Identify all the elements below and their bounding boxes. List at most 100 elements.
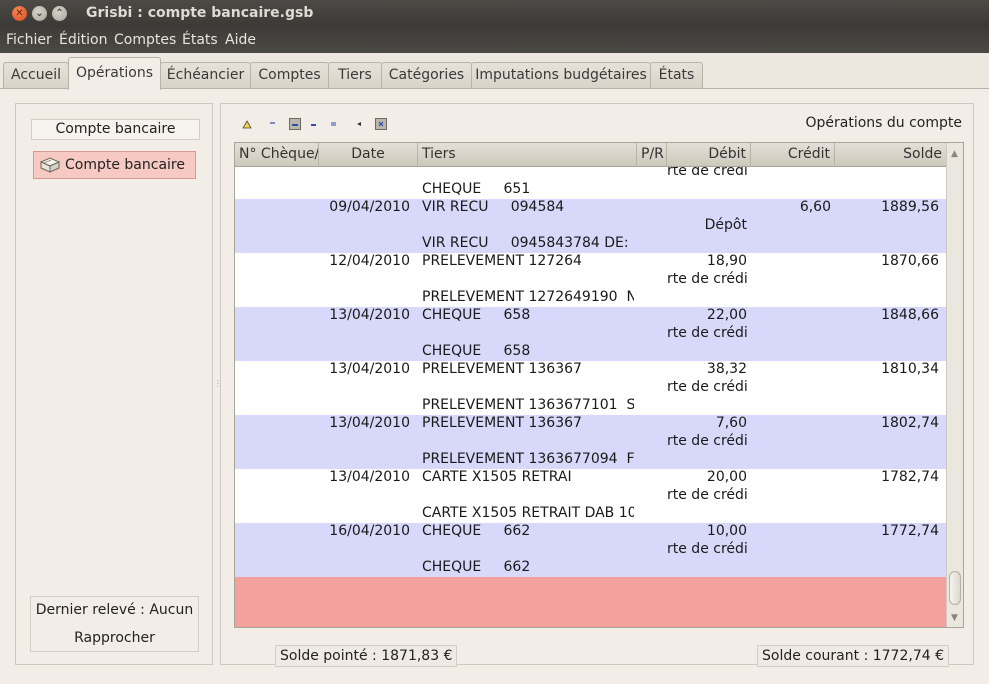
pane-grip[interactable]: ⋮	[214, 379, 222, 389]
cell-tiers: PRELEVEMENT 1363677094 FRA	[422, 451, 634, 467]
cell-pr	[637, 559, 667, 577]
account-button-compte-bancaire[interactable]: Compte bancaire	[33, 151, 196, 179]
cell-no	[239, 505, 319, 523]
tab-imputations-budgetaires[interactable]: Imputations budgétaires	[471, 62, 651, 89]
cell-pr	[637, 307, 667, 325]
table-row[interactable]: rte de crédit	[235, 167, 946, 181]
account-book-icon	[39, 157, 61, 173]
cell-credit	[751, 181, 831, 199]
table-row[interactable]	[235, 577, 946, 595]
column-header-debit[interactable]: Débit	[667, 143, 751, 167]
table-row[interactable]: 12/04/2010 PRELEVEMENT 127264 18,90 1870,66	[235, 253, 946, 271]
table-row[interactable]: 13/04/2010 PRELEVEMENT 136367 7,60 1802,74	[235, 415, 946, 433]
cell-credit	[751, 397, 831, 415]
tab-echeancier[interactable]: Échéancier	[160, 62, 251, 89]
table-row[interactable]: rte de crédit	[235, 487, 946, 505]
table-row[interactable]: 13/04/2010 PRELEVEMENT 136367 38,32 1810,34	[235, 361, 946, 379]
scroll-down-icon[interactable]: ▼	[951, 613, 958, 623]
table-row[interactable]: CHEQUE 662	[235, 559, 946, 577]
edit-transaction-icon[interactable]	[309, 118, 319, 130]
warning-icon[interactable]	[242, 118, 252, 130]
delete-transaction-icon[interactable]	[289, 118, 301, 130]
table-row[interactable]	[235, 613, 946, 627]
tab-operations[interactable]: Opérations	[68, 57, 161, 90]
table-row[interactable]: PRELEVEMENT 1363677094 FRA	[235, 451, 946, 469]
cell-solde	[835, 271, 939, 289]
column-header-cheque[interactable]: N° Chèque/Virement	[235, 143, 319, 167]
table-row[interactable]	[235, 595, 946, 613]
new-transaction-icon[interactable]	[268, 118, 278, 130]
cell-credit	[751, 469, 831, 487]
minimize-window-button[interactable]: ⌄	[32, 6, 47, 21]
cell-date: 13/04/2010	[329, 415, 410, 431]
table-row[interactable]: 13/04/2010 CARTE X1505 RETRAI 20,00 1782,74	[235, 469, 946, 487]
table-body: rte de crédit CHEQUE 651 09/04/2010 VIR REC…	[235, 167, 946, 627]
tab-etats[interactable]: États	[650, 62, 703, 89]
cell-date	[319, 235, 410, 253]
table-row[interactable]: PRELEVEMENT 1272649190 NRJ	[235, 289, 946, 307]
cell-solde	[835, 397, 939, 415]
cell-no	[239, 343, 319, 361]
cell-no	[239, 595, 319, 613]
scroll-thumb[interactable]	[949, 571, 961, 605]
close-window-button[interactable]: ✕	[12, 6, 27, 21]
cell-credit	[751, 541, 831, 559]
menu-comptes[interactable]: Comptes	[114, 32, 176, 48]
menu-aide[interactable]: Aide	[225, 32, 256, 48]
column-header-solde[interactable]: Solde	[835, 143, 946, 167]
table-row[interactable]: 13/04/2010 CHEQUE 658 22,00 1848,66	[235, 307, 946, 325]
column-header-tiers[interactable]: Tiers	[418, 143, 637, 167]
column-header-date[interactable]: Date	[319, 143, 418, 167]
scroll-up-icon[interactable]: ▲	[951, 149, 958, 159]
cell-pr	[637, 343, 667, 361]
menu-fichier[interactable]: Fichier	[6, 32, 52, 48]
table-row[interactable]: VIR RECU 0945843784 DE: MA/	[235, 235, 946, 253]
cell-debit	[667, 181, 747, 199]
cell-pr	[637, 613, 667, 627]
table-row[interactable]: rte de crédit	[235, 379, 946, 397]
cell-debit: rte de crédit	[667, 167, 747, 179]
menu-etats[interactable]: États	[182, 32, 218, 48]
cell-no	[239, 451, 319, 469]
cell-tiers: CARTE X1505 RETRAIT DAB 10/04	[422, 505, 634, 521]
table-row[interactable]: Dépôt	[235, 217, 946, 235]
cell-credit	[751, 289, 831, 307]
cell-date	[319, 379, 410, 397]
table-row[interactable]: rte de crédit	[235, 433, 946, 451]
table-row[interactable]: rte de crédit	[235, 541, 946, 559]
window-title: Grisbi : compte bancaire.gsb	[86, 5, 314, 21]
cell-credit	[751, 271, 831, 289]
menu-edition[interactable]: Édition	[59, 32, 107, 48]
cell-debit: 7,60	[715, 415, 747, 431]
tab-accueil[interactable]: Accueil	[3, 62, 69, 89]
cell-solde	[835, 289, 939, 307]
tab-categories[interactable]: Catégories	[381, 62, 472, 89]
cell-no	[239, 397, 319, 415]
table-row[interactable]: PRELEVEMENT 1363677101 SFR	[235, 397, 946, 415]
maximize-window-button[interactable]: ⌃	[52, 6, 67, 21]
column-header-credit[interactable]: Crédit	[751, 143, 835, 167]
table-row[interactable]: 16/04/2010 CHEQUE 662 10,00 1772,74	[235, 523, 946, 541]
table-row[interactable]: rte de crédit	[235, 271, 946, 289]
previous-icon[interactable]	[355, 118, 365, 130]
vertical-scrollbar[interactable]: ▲ ▼	[946, 143, 963, 627]
cell-credit	[751, 487, 831, 505]
reconcile-icon[interactable]	[329, 118, 339, 130]
cell-no	[239, 559, 319, 577]
table-row[interactable]: CHEQUE 651	[235, 181, 946, 199]
tab-tiers[interactable]: Tiers	[328, 62, 382, 89]
cell-pr	[637, 325, 667, 343]
table-row[interactable]: rte de crédit	[235, 325, 946, 343]
table-row[interactable]: CARTE X1505 RETRAIT DAB 10/04	[235, 505, 946, 523]
table-row[interactable]: 09/04/2010 VIR RECU 094584 6,60 1889,56	[235, 199, 946, 217]
transactions-table: N° Chèque/Virement Date Tiers P/R Débit …	[234, 142, 964, 628]
column-header-pr[interactable]: P/R	[637, 143, 667, 167]
tab-comptes[interactable]: Comptes	[250, 62, 329, 89]
cell-pr	[637, 595, 667, 613]
cell-tiers: CHEQUE 658	[422, 307, 531, 323]
reconcile-button[interactable]: Rapprocher	[31, 625, 198, 653]
table-row[interactable]: CHEQUE 658	[235, 343, 946, 361]
main-content: Compte bancaire Compte bancaire Dernier …	[0, 88, 989, 684]
view-options-icon[interactable]	[375, 118, 387, 130]
cell-tiers	[422, 613, 634, 627]
